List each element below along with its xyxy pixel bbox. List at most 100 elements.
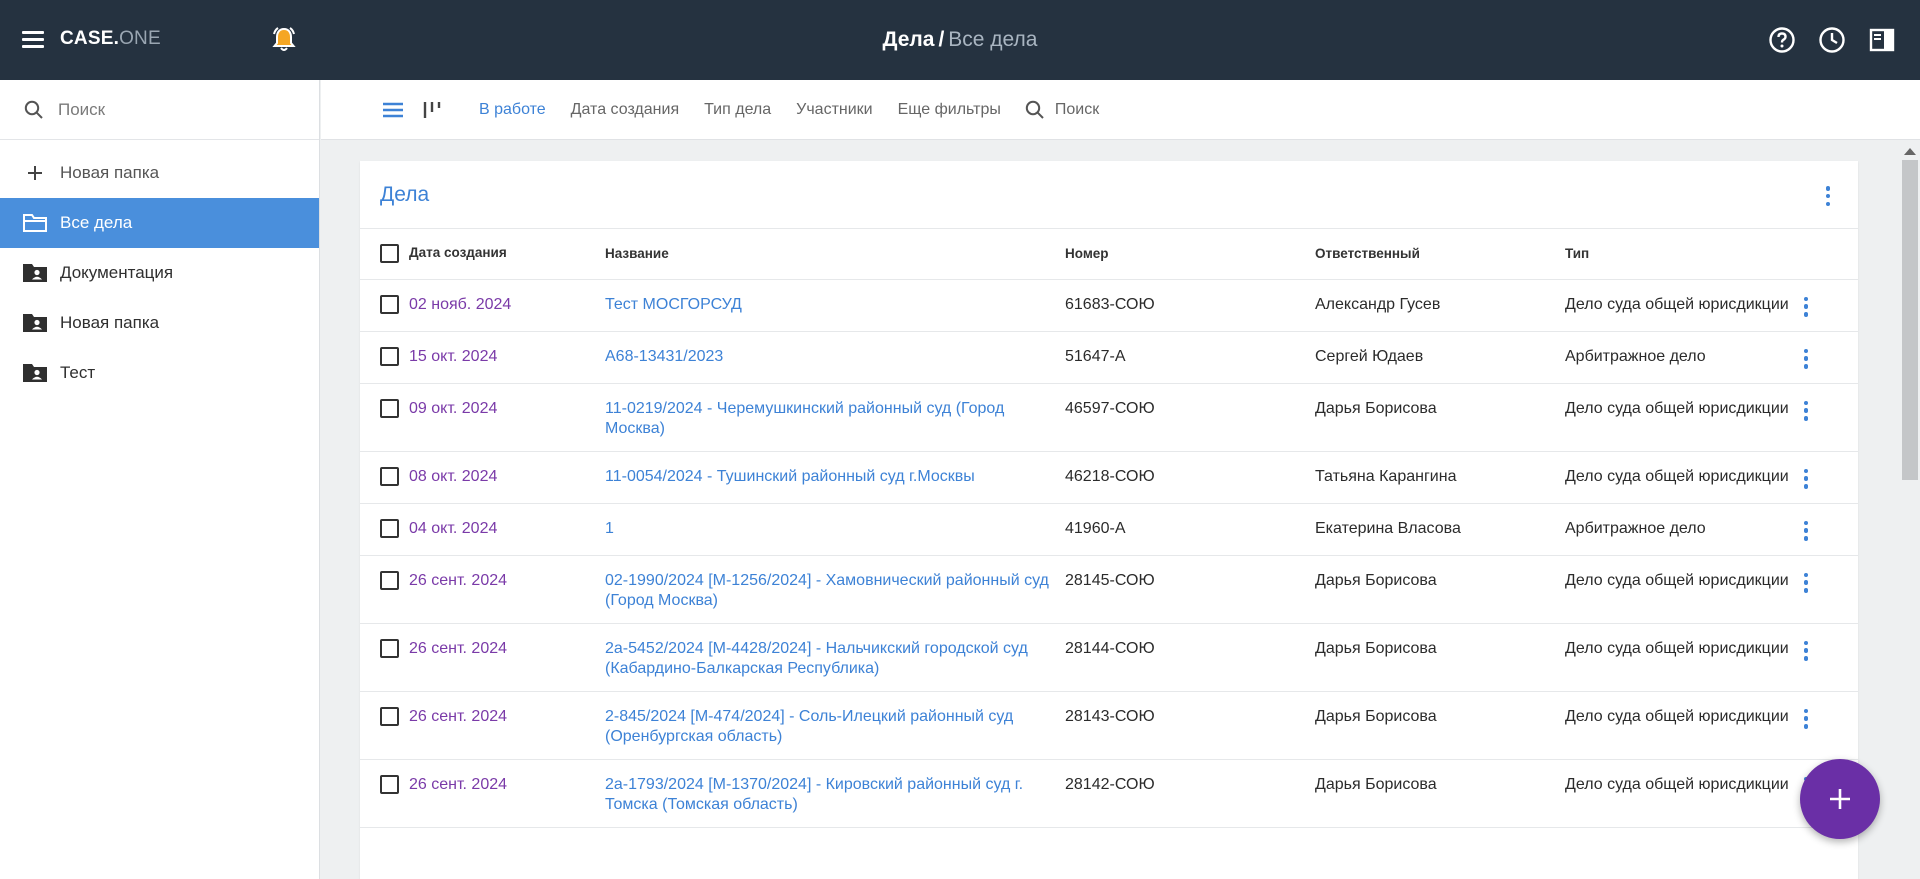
row-checkbox[interactable] <box>380 570 399 590</box>
row-more-icon[interactable] <box>1796 519 1816 543</box>
row-more-icon[interactable] <box>1796 399 1816 423</box>
cell-number: 41960-А <box>1065 503 1315 556</box>
filter-in-progress[interactable]: В работе <box>479 101 546 119</box>
list-view-icon[interactable] <box>381 98 405 122</box>
filter-search-input[interactable] <box>1054 100 1255 119</box>
case-name-link[interactable]: Тест МОСГОРСУД <box>605 296 742 313</box>
column-header-date[interactable]: Дата создания <box>360 229 605 280</box>
cell-date: 26 сент. 2024 <box>360 691 605 760</box>
case-name-link[interactable]: А68-13431/2023 <box>605 348 723 365</box>
sidebar-item-documentation[interactable]: Документация <box>0 248 319 298</box>
case-name-link[interactable]: 02-1990/2024 [М-1256/2024] - Хамовническ… <box>605 572 1049 609</box>
cases-card: Дела Дата создания Название Номер Ответс… <box>360 161 1858 879</box>
filter-participants[interactable]: Участники <box>796 101 872 119</box>
table-row[interactable]: 04 окт. 2024 1 41960-А Екатерина Власова… <box>360 503 1858 556</box>
breadcrumb-section[interactable]: Дела <box>883 28 935 51</box>
case-name-link[interactable]: 2а-1793/2024 [М-1370/2024] - Кировский р… <box>605 776 1023 813</box>
cell-name: Тест МОСГОРСУД <box>605 279 1065 332</box>
row-more-icon[interactable] <box>1796 707 1816 731</box>
row-more-icon[interactable] <box>1796 347 1816 371</box>
row-checkbox[interactable] <box>380 706 399 726</box>
sidebar-item-all-cases[interactable]: Все дела <box>0 198 319 248</box>
kanban-view-icon[interactable] <box>421 98 443 122</box>
top-right-toolbar <box>1768 26 1896 54</box>
clock-icon[interactable] <box>1818 26 1846 54</box>
cell-responsible: Дарья Борисова <box>1315 759 1565 828</box>
case-number: 46597-СОЮ <box>1065 399 1155 417</box>
cell-type: Арбитражное дело <box>1565 331 1790 384</box>
table-row[interactable]: 26 сент. 2024 2а-5452/2024 [М-4428/2024]… <box>360 623 1858 692</box>
sidebar-search-input[interactable] <box>58 99 298 120</box>
row-checkbox[interactable] <box>380 638 399 658</box>
case-number: 46218-СОЮ <box>1065 467 1155 485</box>
table-row[interactable]: 26 сент. 2024 2-845/2024 [М-474/2024] - … <box>360 691 1858 760</box>
filter-more[interactable]: Еще фильтры <box>898 101 1001 119</box>
cell-responsible: Дарья Борисова <box>1315 383 1565 452</box>
table-row[interactable]: 08 окт. 2024 11-0054/2024 - Тушинский ра… <box>360 451 1858 504</box>
row-more-icon[interactable] <box>1796 639 1816 663</box>
sidebar-item-label: Новая папка <box>60 313 160 332</box>
case-date: 26 сент. 2024 <box>409 707 508 725</box>
cell-type: Дело суда общей юрисдик­ции <box>1565 279 1790 332</box>
column-header-actions <box>1790 229 1858 280</box>
scroll-up-arrow-icon[interactable] <box>1904 148 1916 155</box>
row-checkbox[interactable] <box>380 294 399 314</box>
case-name-link[interactable]: 2а-5452/2024 [М-4428/2024] - Нальчикский… <box>605 640 1028 677</box>
case-name-link[interactable]: 2-845/2024 [М-474/2024] - Соль-Илецкий р… <box>605 708 1013 745</box>
filter-case-type[interactable]: Тип дела <box>704 101 771 119</box>
cell-actions <box>1790 623 1858 692</box>
new-folder-button[interactable]: Новая папка <box>0 148 319 198</box>
case-name-link[interactable]: 11-0219/2024 - Черемушкинский районный с… <box>605 400 1004 437</box>
cell-responsible: Дарья Борисова <box>1315 691 1565 760</box>
case-name-link[interactable]: 11-0054/2024 - Тушинский районный суд г.… <box>605 468 975 485</box>
filter-search <box>1025 100 1255 120</box>
row-more-icon[interactable] <box>1796 467 1816 491</box>
cell-date: 02 нояб. 2024 <box>360 279 605 332</box>
cell-responsible: Екатерина Власова <box>1315 503 1565 556</box>
card-title: Дела <box>380 183 430 206</box>
table-header-row: Дата создания Название Номер Ответственн… <box>360 229 1858 280</box>
select-all-checkbox[interactable] <box>380 244 399 264</box>
case-date: 04 окт. 2024 <box>409 519 498 537</box>
search-icon <box>1025 100 1044 119</box>
row-checkbox[interactable] <box>380 398 399 418</box>
case-date: 26 сент. 2024 <box>409 571 508 589</box>
scrollbar-thumb[interactable] <box>1902 160 1918 480</box>
column-header-name[interactable]: Название <box>605 229 1065 280</box>
plus-icon <box>1830 789 1850 809</box>
panel-layout-icon[interactable] <box>1868 26 1896 54</box>
case-date: 15 окт. 2024 <box>409 347 498 365</box>
filter-creation-date[interactable]: Дата создания <box>571 101 679 119</box>
row-more-icon[interactable] <box>1796 571 1816 595</box>
row-more-icon[interactable] <box>1796 295 1816 319</box>
table-row[interactable]: 26 сент. 2024 02-1990/2024 [М-1256/2024]… <box>360 555 1858 624</box>
case-responsible: Сергей Юдаев <box>1315 347 1424 365</box>
shared-folder-icon <box>22 262 48 284</box>
row-checkbox[interactable] <box>380 518 399 538</box>
cell-date: 26 сент. 2024 <box>360 623 605 692</box>
cell-responsible: Дарья Борисова <box>1315 623 1565 692</box>
cell-responsible: Дарья Борисова <box>1315 555 1565 624</box>
table-row[interactable]: 15 окт. 2024 А68-13431/2023 51647-А Серг… <box>360 331 1858 384</box>
cell-type: Дело суда общей юрисдик­ции <box>1565 451 1790 504</box>
column-header-type[interactable]: Тип <box>1565 229 1790 280</box>
table-row[interactable]: 26 сент. 2024 2а-1793/2024 [М-1370/2024]… <box>360 759 1858 828</box>
row-checkbox[interactable] <box>380 346 399 366</box>
breadcrumb: Дела / Все дела <box>0 28 1920 52</box>
breadcrumb-current: Все дела <box>948 28 1038 51</box>
row-checkbox[interactable] <box>380 774 399 794</box>
row-checkbox[interactable] <box>380 466 399 486</box>
cell-type: Арбитражное дело <box>1565 503 1790 556</box>
help-circle-icon[interactable] <box>1768 26 1796 54</box>
card-more-icon[interactable] <box>1818 184 1838 208</box>
column-header-responsible[interactable]: Ответственный <box>1315 229 1565 280</box>
add-case-button[interactable] <box>1800 759 1880 839</box>
sidebar-item-label: Документация <box>60 263 174 282</box>
cell-date: 08 окт. 2024 <box>360 451 605 504</box>
case-name-link[interactable]: 1 <box>605 520 614 537</box>
column-header-number[interactable]: Номер <box>1065 229 1315 280</box>
sidebar-item-new-folder[interactable]: Новая папка <box>0 298 319 348</box>
sidebar-item-test[interactable]: Тест <box>0 348 319 398</box>
table-row[interactable]: 02 нояб. 2024 Тест МОСГОРСУД 61683-СОЮ А… <box>360 279 1858 332</box>
table-row[interactable]: 09 окт. 2024 11-0219/2024 - Черемушкинск… <box>360 383 1858 452</box>
